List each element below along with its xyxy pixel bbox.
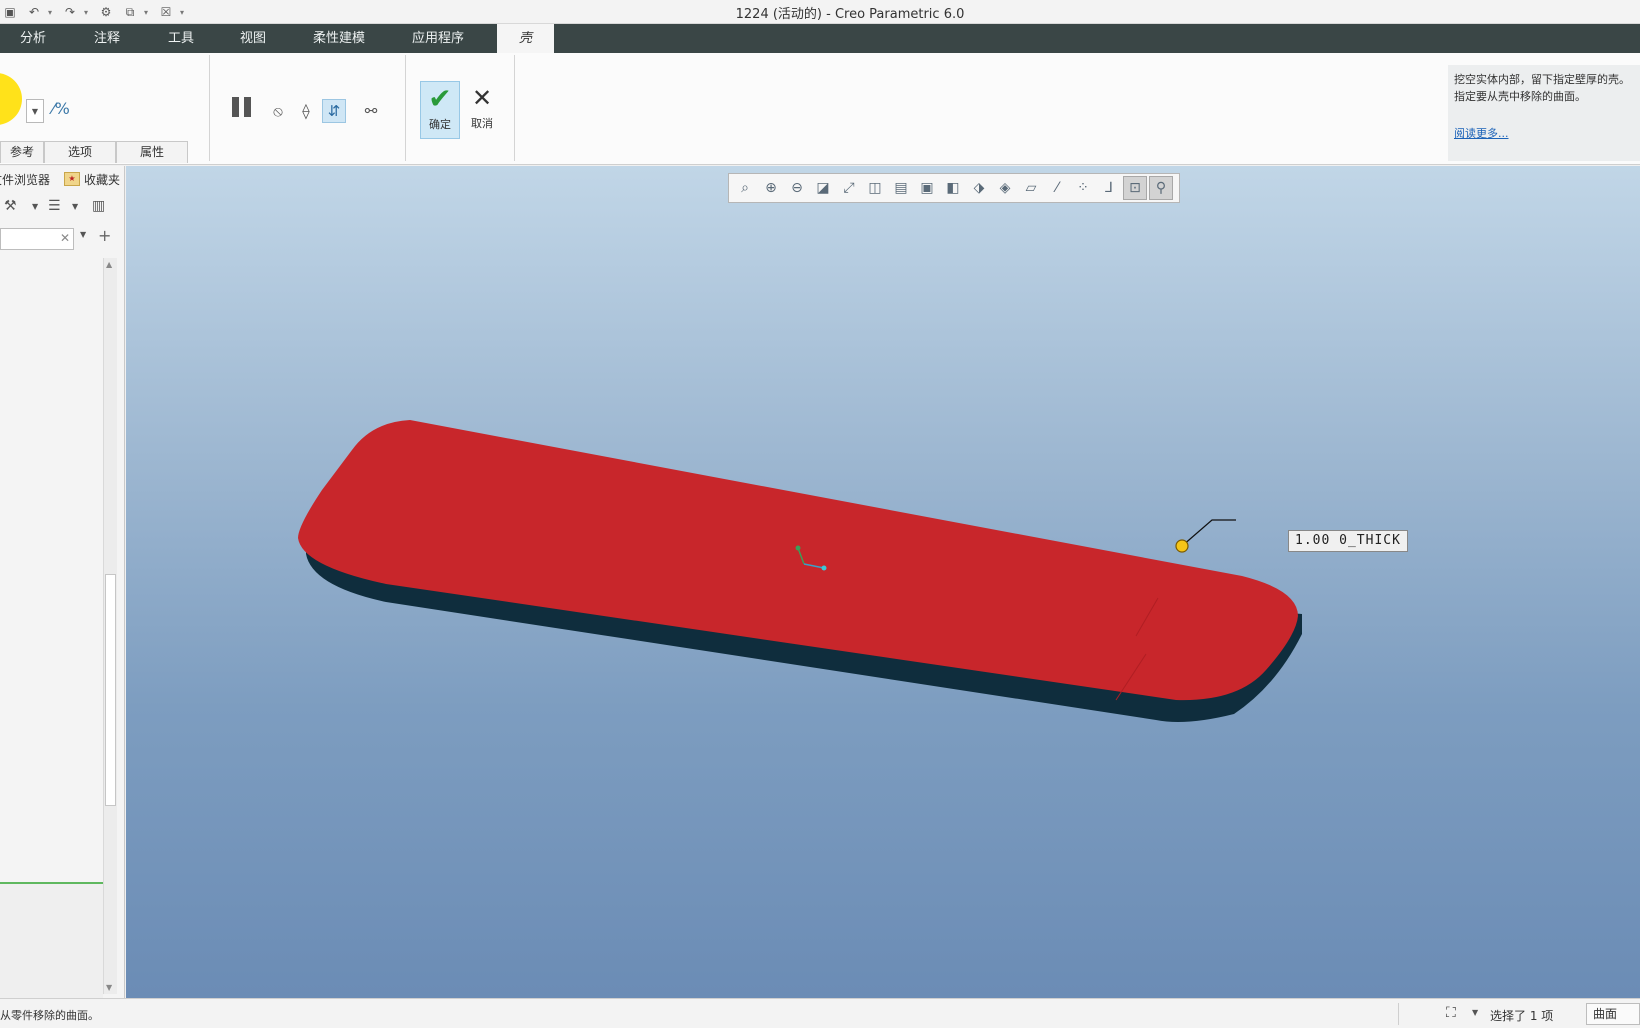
search-input[interactable]: ✕ (0, 228, 74, 250)
clear-search-icon[interactable]: ✕ (60, 231, 70, 245)
favorites-icon: ★ (64, 172, 80, 186)
status-bar: 从零件移除的曲面。 ⛶ ▼ 选择了 1 项 曲面 (0, 998, 1640, 1028)
saved-orientations-icon[interactable]: ◫ (863, 176, 887, 200)
cursor-highlight (0, 73, 22, 125)
cancel-button[interactable]: ✕ 取消 (462, 81, 502, 139)
plane-display-icon[interactable]: ▱ (1019, 176, 1043, 200)
graphics-toolbar: ⌕ ⊕ ⊖ ◪ ⤢ ◫ ▤ ▣ ◧ ⬗ ◈ ▱ ⁄ ⁘ ⅃ ⊡ ⚲ (728, 173, 1180, 203)
navigator-tabs: 文件浏览器 ★收藏夹 (0, 168, 124, 190)
status-message: 从零件移除的曲面。 (0, 1009, 99, 1022)
display-style-icon[interactable]: ▣ (915, 176, 939, 200)
show-icon[interactable]: ☰ (48, 198, 61, 214)
thickness-dropdown[interactable]: ▼ (26, 99, 44, 123)
find-icon[interactable]: ⛶ (1446, 1005, 1456, 1021)
settings-dropdown-icon[interactable]: ▼ (32, 202, 38, 211)
find-dropdown-icon[interactable]: ▼ (1472, 1008, 1478, 1017)
tab-shell[interactable]: 壳 (497, 24, 555, 53)
ok-label: 确定 (429, 118, 451, 131)
tab-applications[interactable]: 应用程序 (412, 24, 464, 53)
repaint-icon[interactable]: ◪ (811, 176, 835, 200)
lock-icon[interactable]: ⚲ (1149, 176, 1173, 200)
spin-center-display-icon[interactable]: ⊡ (1123, 176, 1147, 200)
tab-view[interactable]: 视图 (240, 24, 266, 53)
help-line-1: 挖空实体内部，留下指定壁厚的壳。 (1454, 73, 1630, 86)
cancel-label: 取消 (471, 117, 493, 130)
tab-favorites[interactable]: ★ 收藏夹 (60, 169, 124, 190)
tab-file-browser[interactable]: 文件浏览器 (0, 169, 54, 190)
ribbon-separator (405, 55, 406, 161)
status-separator (1398, 1003, 1399, 1025)
thickness-dimension-label[interactable]: 1.00 0_THICK (1288, 530, 1408, 552)
ribbon-separator (514, 55, 515, 161)
cancel-x-icon: ✕ (471, 84, 493, 112)
window-title: 1224 (活动的) - Creo Parametric 6.0 (735, 7, 965, 22)
shell-part-model[interactable] (126, 166, 1640, 998)
point-display-icon[interactable]: ⁘ (1071, 176, 1095, 200)
csys-display-icon[interactable]: ⅃ (1097, 176, 1121, 200)
search-dropdown-icon[interactable]: ▼ (80, 230, 86, 239)
help-line-2: 指定要从壳中移除的曲面。 (1454, 90, 1586, 103)
tab-tools[interactable]: 工具 (168, 24, 194, 53)
ribbon-separator (209, 55, 210, 161)
subtab-properties[interactable]: 属性 (116, 141, 188, 163)
title-bar: ▣ ↶ ▾ ↷ ▾ ⚙ ⧉ ▾ ☒ ▾ 1224 (活动的) - Creo Pa… (0, 0, 1640, 24)
axis-display-icon[interactable]: ⁄ (1045, 176, 1069, 200)
separate-preview-icon[interactable]: ⟠ (294, 99, 318, 123)
ok-button[interactable]: ✔ 确定 (420, 81, 460, 139)
scroll-up-icon[interactable]: ▲ (106, 260, 112, 269)
flip-direction-icon[interactable]: ⁄% (52, 99, 70, 118)
spin-center-icon[interactable]: ⤢ (837, 176, 861, 200)
navigator-scrollbar[interactable]: ▲ ▼ (103, 258, 117, 994)
settings-icon[interactable]: ⚒ (4, 198, 17, 214)
tab-annotate[interactable]: 注释 (94, 24, 120, 53)
read-more-link[interactable]: 阅读更多... (1454, 125, 1634, 142)
subtab-options[interactable]: 选项 (44, 141, 116, 163)
add-icon[interactable]: + (98, 226, 111, 245)
subtab-references[interactable]: 参考 (0, 141, 44, 163)
no-preview-icon[interactable]: ⦸ (266, 99, 290, 123)
section-icon[interactable]: ⬗ (967, 176, 991, 200)
verify-preview-icon[interactable]: ⚯ (356, 99, 386, 123)
named-views-icon[interactable]: ▤ (889, 176, 913, 200)
navigator-toolbar: ⚒ ▼ ☰ ▼ ▥ (0, 198, 125, 222)
navigator-lower-area (0, 884, 103, 1002)
selection-filter[interactable]: 曲面 (1586, 1003, 1640, 1025)
shell-ribbon: ▼ ⁄% 参考 选项 属性 ⦸ ⟠ ⇵ ⚯ ✔ 确定 ✕ 取消 挖空实体内部，留… (0, 53, 1640, 165)
perspective-icon[interactable]: ◧ (941, 176, 965, 200)
annotation-display-icon[interactable]: ◈ (993, 176, 1017, 200)
selection-count[interactable]: 选择了 1 项 (1490, 1007, 1553, 1024)
ribbon-tab-bar: 分析 注释 工具 视图 柔性建模 应用程序 壳 (0, 24, 1640, 53)
ribbon-subtabs: 参考 选项 属性 (0, 141, 188, 163)
scroll-down-icon[interactable]: ▼ (106, 983, 112, 992)
zoom-out-icon[interactable]: ⊖ (785, 176, 809, 200)
tab-analysis[interactable]: 分析 (20, 24, 46, 53)
checkmark-icon: ✔ (428, 82, 452, 115)
navigator-panel: 文件浏览器 ★收藏夹 ⚒ ▼ ☰ ▼ ▥ ✕ ▼ + ▲ ▼ (0, 166, 125, 1002)
tab-flexible-modeling[interactable]: 柔性建模 (313, 24, 365, 53)
thickness-drag-handle[interactable] (1175, 539, 1189, 553)
help-panel: 挖空实体内部，留下指定壁厚的壳。 指定要从壳中移除的曲面。 阅读更多... (1448, 65, 1640, 161)
show-dropdown-icon[interactable]: ▼ (72, 202, 78, 211)
scroll-thumb[interactable] (105, 574, 116, 806)
connected-preview-icon[interactable]: ⇵ (322, 99, 346, 123)
graphics-window[interactable]: ⌕ ⊕ ⊖ ◪ ⤢ ◫ ▤ ▣ ◧ ⬗ ◈ ▱ ⁄ ⁘ ⅃ ⊡ ⚲ 1.00 0… (126, 166, 1640, 998)
columns-icon[interactable]: ▥ (92, 198, 105, 214)
refit-icon[interactable]: ⌕ (733, 176, 757, 200)
zoom-in-icon[interactable]: ⊕ (759, 176, 783, 200)
pause-icon[interactable] (232, 97, 251, 117)
